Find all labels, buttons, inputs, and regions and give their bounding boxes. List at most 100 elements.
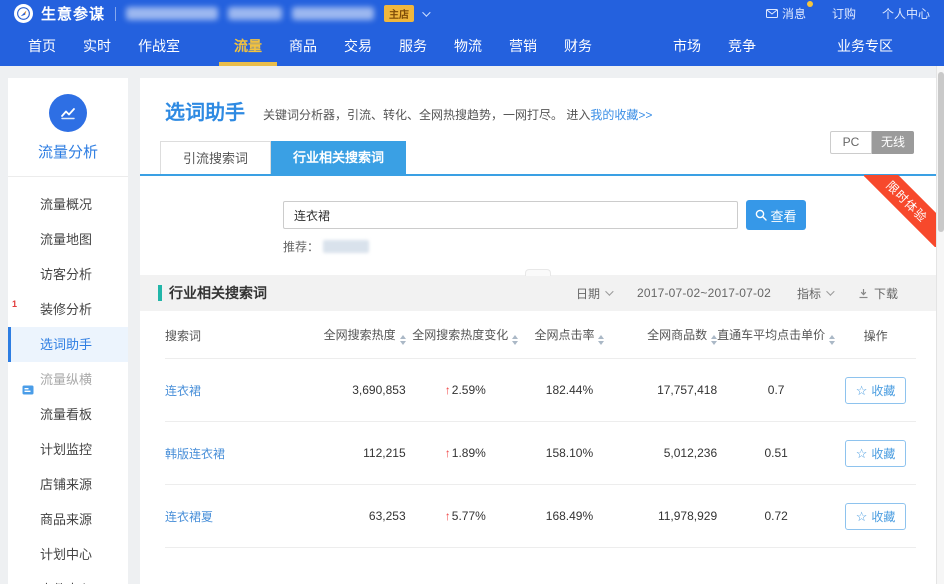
sort-icon[interactable] (512, 335, 518, 345)
sidebar-item-event-center[interactable]: 事件中心 (8, 572, 128, 584)
redacted-block (126, 7, 218, 20)
heat-value: 3,690,853 (302, 359, 406, 422)
col-avg-cpc[interactable]: 直通车平均点击单价 (717, 311, 835, 359)
tab-inflow-keywords[interactable]: 引流搜索词 (160, 141, 271, 174)
heat-value: 112,215 (302, 422, 406, 485)
envelope-icon (766, 9, 778, 18)
shop-name-redacted (126, 7, 374, 20)
sidebar-item-decoration-analysis[interactable]: 1 装修分析 (8, 292, 128, 327)
keywords-table: 搜索词 全网搜索热度 全网搜索热度变化 全网点击率 全网商品数 直通车平均点击单… (165, 311, 916, 548)
date-range-value[interactable]: 2017-07-02~2017-07-02 (637, 286, 771, 300)
my-favorites-link[interactable]: 我的收藏>> (590, 108, 652, 122)
cpc-value: 0.51 (717, 422, 835, 485)
sidebar-item-traffic-overview[interactable]: 流量概况 (8, 187, 128, 222)
trend-up-icon: ↑ (445, 446, 451, 460)
nav-item-trade[interactable]: 交易 (344, 27, 372, 66)
search-icon (755, 209, 767, 221)
scrollbar-thumb[interactable] (938, 72, 944, 232)
page-title: 选词助手 (165, 96, 245, 125)
keyword-link[interactable]: 韩版连衣裙 (165, 447, 225, 461)
col-search-heat[interactable]: 全网搜索热度 (302, 311, 406, 359)
favorite-button[interactable]: ☆收藏 (845, 440, 907, 467)
sidebar-item-traffic-board[interactable]: 流量看板 (8, 397, 128, 432)
nav-item-business-zone[interactable]: 业务专区 (837, 27, 893, 66)
sidebar-item-goods-source[interactable]: 商品来源 (8, 502, 128, 537)
notification-dot (807, 1, 813, 7)
keyword-link[interactable]: 连衣裙 (165, 384, 201, 398)
personal-center-link[interactable]: 个人中心 (882, 5, 930, 22)
download-button[interactable]: 下载 (858, 285, 898, 302)
cpc-value: 0.7 (717, 359, 835, 422)
col-label: 全网点击率 (534, 328, 594, 342)
promo-ribbon[interactable]: 限时体验 (864, 175, 936, 247)
nav-item-realtime[interactable]: 实时 (83, 27, 111, 66)
search-button[interactable]: 查看 (746, 200, 806, 230)
change-value: 5.77% (452, 509, 486, 523)
nav-item-competition[interactable]: 竞争 (728, 27, 756, 66)
sidebar-item-plan-monitor[interactable]: 计划监控 (8, 432, 128, 467)
messages-link[interactable]: 消息 (766, 5, 806, 22)
download-label: 下载 (874, 285, 898, 302)
favorite-button[interactable]: ☆收藏 (845, 377, 907, 404)
nav-item-market[interactable]: 市场 (673, 27, 701, 66)
nav-item-finance[interactable]: 财务 (564, 27, 592, 66)
star-icon: ☆ (856, 384, 868, 397)
keyword-search-row: 查看 (283, 200, 936, 230)
sidebar-module-header: 流量分析 (8, 78, 128, 177)
subscribe-link[interactable]: 订购 (832, 5, 856, 22)
sidebar-item-label: 流量地图 (40, 232, 92, 247)
shop-switch-chevron-icon[interactable] (422, 8, 430, 16)
col-keyword: 搜索词 (165, 311, 302, 359)
table-header-row: 搜索词 全网搜索热度 全网搜索热度变化 全网点击率 全网商品数 直通车平均点击单… (165, 311, 916, 359)
sidebar-item-shop-source[interactable]: 店铺来源 (8, 467, 128, 502)
toggle-wireless-active[interactable]: 无线 (872, 131, 914, 154)
col-ctr[interactable]: 全网点击率 (525, 311, 614, 359)
main-content: 选词助手 关键词分析器，引流、转化、全网热搜趋势，一网打尽。 进入我的收藏>> … (140, 78, 936, 584)
sort-icon[interactable] (829, 335, 835, 345)
enter-prefix: 进入 (566, 108, 590, 122)
sort-icon[interactable] (400, 335, 406, 345)
sort-icon[interactable] (598, 335, 604, 345)
table-row: 连衣裙 3,690,853 ↑2.59% 182.44% 17,757,418 … (165, 359, 916, 422)
brand-logo-icon (14, 4, 33, 23)
nav-item-goods[interactable]: 商品 (289, 27, 317, 66)
col-product-count[interactable]: 全网商品数 (614, 311, 717, 359)
traffic-analysis-icon (49, 94, 87, 132)
sidebar-item-label: 装修分析 (40, 302, 92, 317)
sidebar-item-label: 流量看板 (40, 407, 92, 422)
tab-industry-keywords-active[interactable]: 行业相关搜索词 (271, 141, 406, 174)
collapse-handle[interactable] (525, 269, 551, 276)
recommend-chip-redacted[interactable] (323, 240, 369, 253)
promo-ribbon-wrap: 限时体验 (864, 175, 936, 247)
ctr-value: 182.44% (525, 359, 614, 422)
section-accent-bar (158, 285, 162, 301)
brand-divider (115, 7, 116, 21)
nav-item-logistics[interactable]: 物流 (454, 27, 482, 66)
col-label: 全网搜索热度变化 (412, 328, 508, 342)
col-label: 操作 (864, 329, 888, 343)
col-heat-change[interactable]: 全网搜索热度变化 (406, 311, 525, 359)
toggle-pc[interactable]: PC (830, 131, 872, 154)
favorite-button[interactable]: ☆收藏 (845, 503, 907, 530)
favorite-label: 收藏 (871, 382, 895, 399)
nav-item-service[interactable]: 服务 (399, 27, 427, 66)
sidebar-item-traffic-map[interactable]: 流量地图 (8, 222, 128, 257)
section-title: 行业相关搜索词 (169, 283, 267, 303)
nav-item-marketing[interactable]: 营销 (509, 27, 537, 66)
keyword-search-input[interactable] (283, 201, 738, 229)
page-scrollbar[interactable] (936, 66, 944, 584)
keyword-link[interactable]: 连衣裙夏 (165, 510, 213, 524)
metric-filter-dropdown[interactable]: 指标 (797, 285, 832, 302)
nav-item-war-room[interactable]: 作战室 (138, 27, 180, 66)
sidebar-item-word-helper-active[interactable]: 选词助手 (8, 327, 128, 362)
nav-item-traffic-active[interactable]: 流量 (234, 27, 262, 66)
products-value: 5,012,236 (614, 422, 717, 485)
col-label: 全网商品数 (647, 328, 707, 342)
sidebar-item-traffic-matrix[interactable]: 流量纵横 (8, 362, 128, 397)
sidebar-item-plan-center[interactable]: 计划中心 (8, 537, 128, 572)
sidebar-item-visitor-analysis[interactable]: 访客分析 (8, 257, 128, 292)
change-value: 2.59% (452, 383, 486, 397)
date-filter-dropdown[interactable]: 日期 (576, 285, 611, 302)
nav-item-home[interactable]: 首页 (28, 27, 56, 66)
sidebar-item-label: 选词助手 (40, 337, 92, 352)
